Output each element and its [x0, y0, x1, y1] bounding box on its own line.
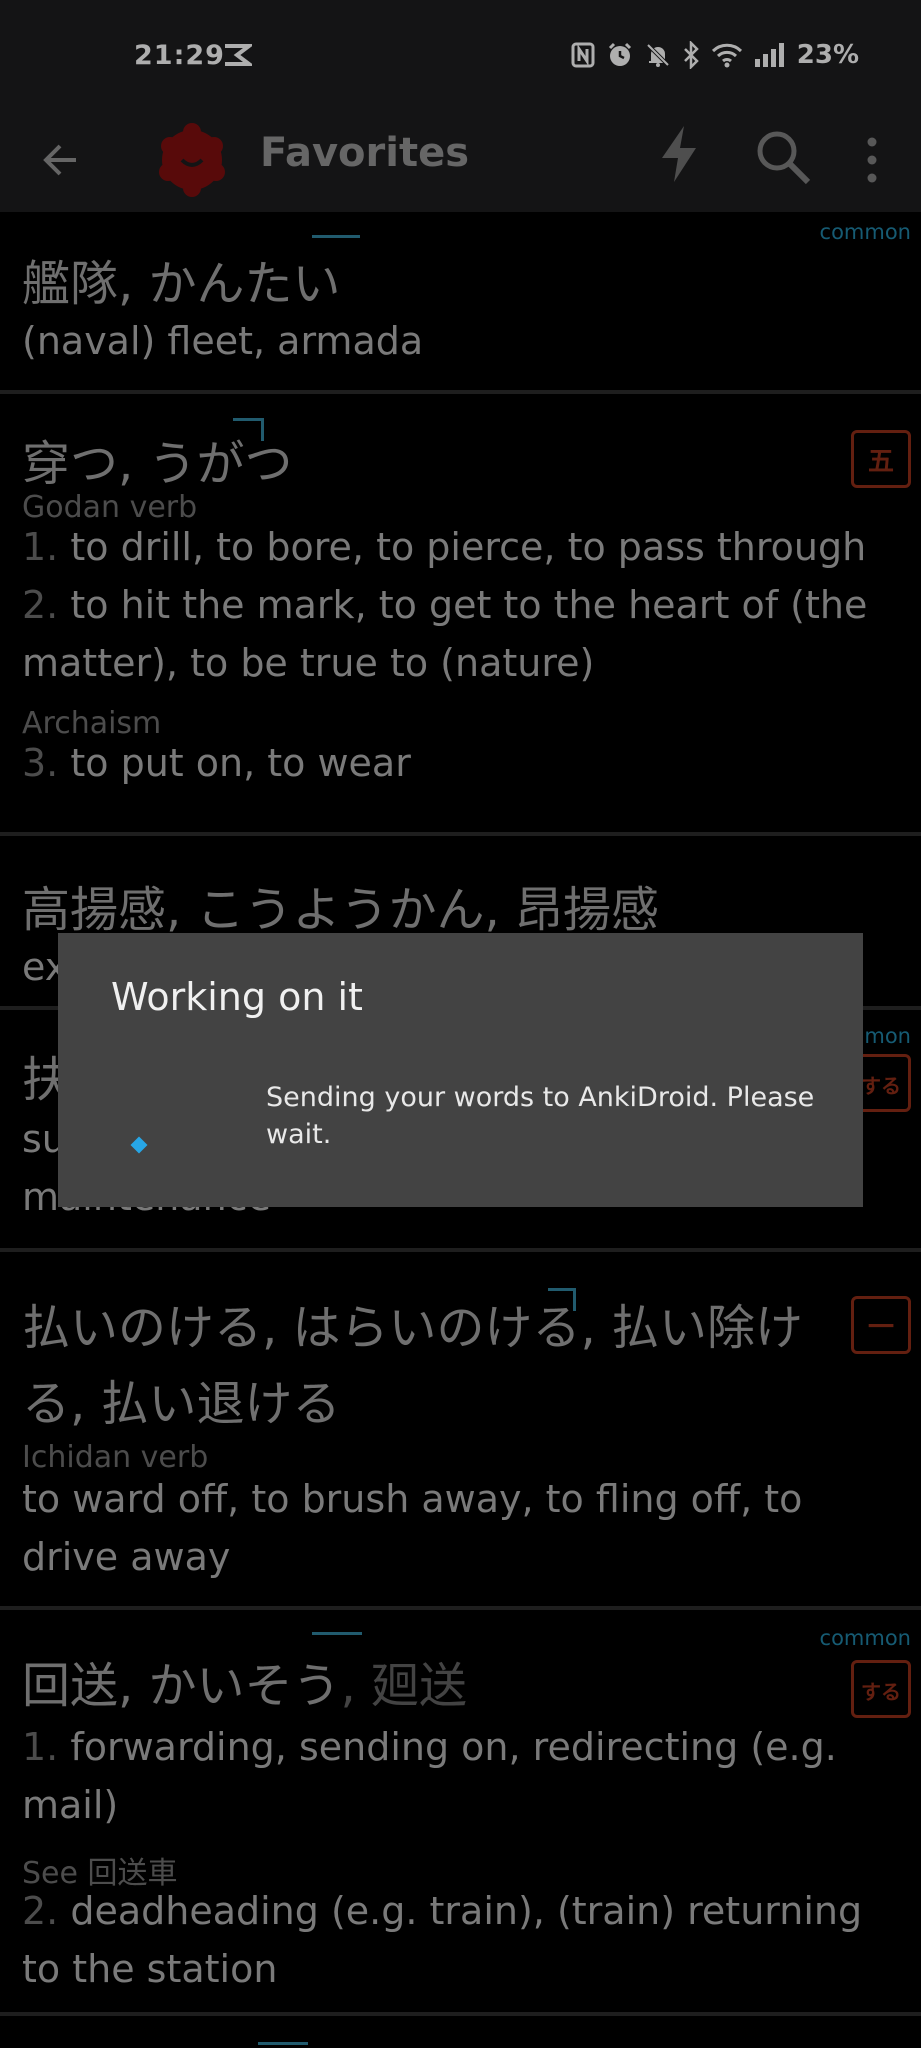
- progress-dialog: Working on it Sending your words to Anki…: [58, 933, 863, 1207]
- dialog-message: Sending your words to AnkiDroid. Please …: [266, 1082, 815, 1150]
- progress-spinner-icon: [130, 1136, 148, 1154]
- dialog-title: Working on it: [111, 975, 363, 1019]
